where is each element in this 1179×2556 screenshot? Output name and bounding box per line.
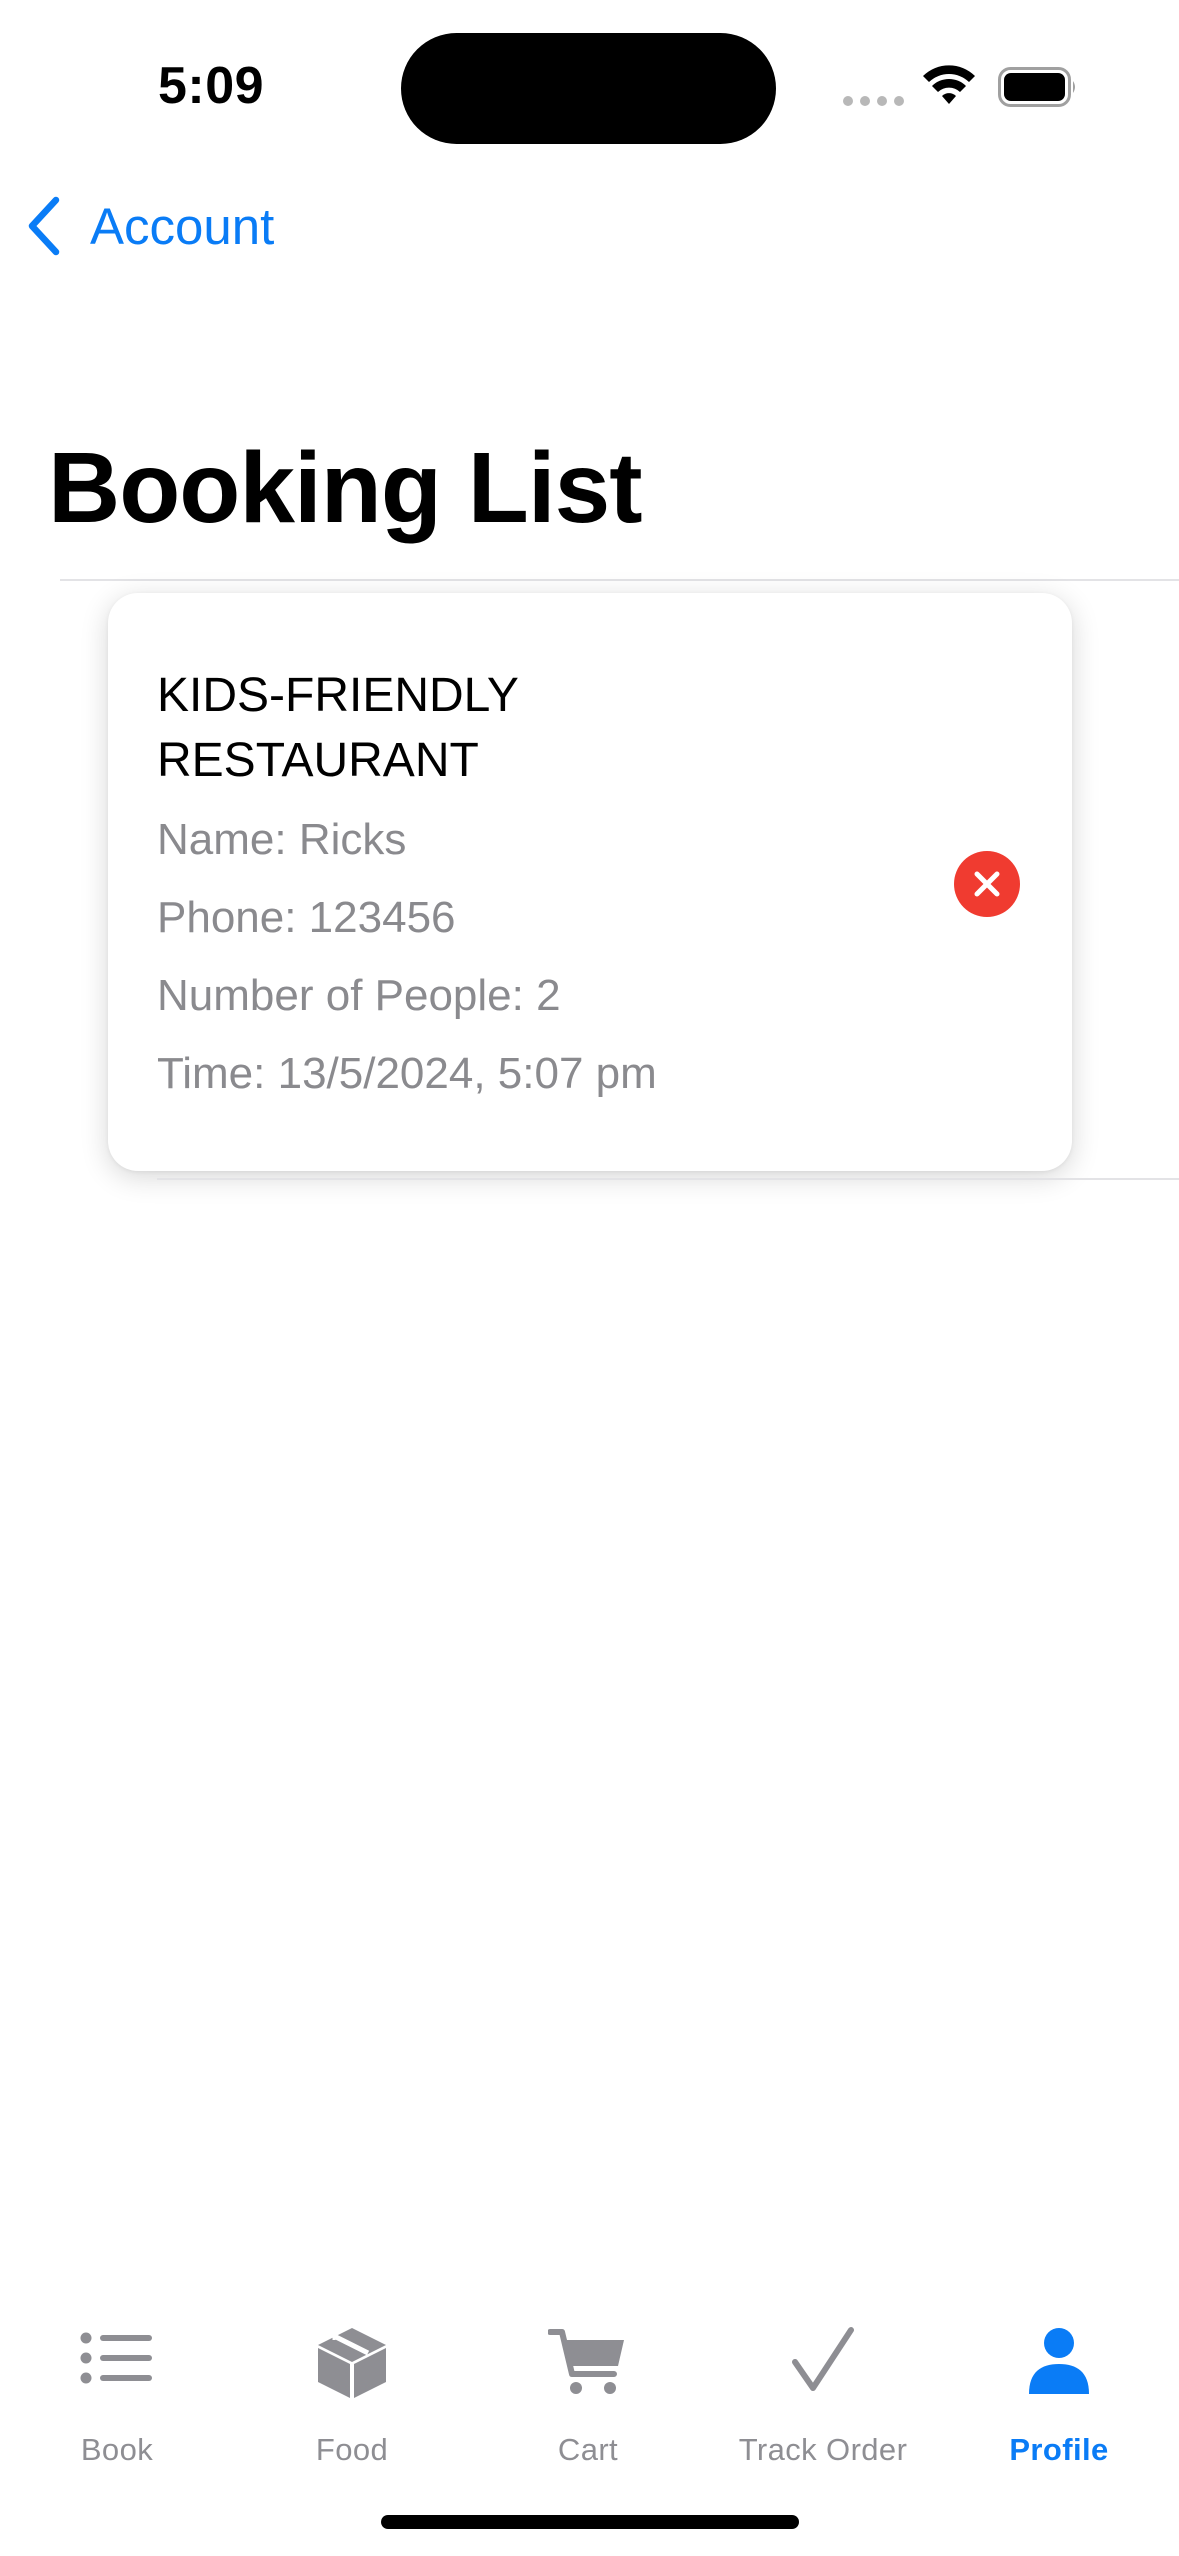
dynamic-island bbox=[401, 33, 776, 144]
battery-icon bbox=[998, 67, 1075, 107]
booking-name: Name: Ricks bbox=[157, 815, 407, 864]
list-icon bbox=[80, 2332, 152, 2384]
tab-label: Track Order bbox=[738, 2432, 908, 2467]
back-button[interactable]: Account bbox=[24, 190, 274, 262]
checkmark-icon bbox=[792, 2327, 854, 2391]
status-time: 5:09 bbox=[158, 57, 265, 115]
tab-bar: Book Food Cart Track Order Profile bbox=[0, 2300, 1179, 2490]
booking-card: KIDS-FRIENDLY RESTAURANT Name: Ricks Pho… bbox=[108, 593, 1072, 1171]
tab-label: Food bbox=[315, 2432, 389, 2467]
page-title: Booking List bbox=[48, 432, 643, 544]
tab-food[interactable]: Food bbox=[242, 2322, 462, 2467]
restaurant-name: KIDS-FRIENDLY RESTAURANT bbox=[157, 669, 518, 787]
list-divider bbox=[60, 579, 1179, 581]
tab-track-order[interactable]: Track Order bbox=[713, 2322, 933, 2467]
tab-label: Cart bbox=[557, 2432, 619, 2467]
booking-people: Number of People: 2 bbox=[157, 971, 561, 1020]
tab-book[interactable]: Book bbox=[7, 2322, 227, 2467]
cart-icon bbox=[548, 2329, 624, 2394]
booking-phone: Phone: 123456 bbox=[157, 893, 456, 942]
box-icon bbox=[318, 2328, 386, 2398]
person-icon bbox=[1029, 2328, 1089, 2394]
xmark-icon bbox=[974, 871, 1000, 897]
back-label: Account bbox=[90, 197, 275, 255]
list-divider bbox=[157, 1178, 1179, 1180]
tab-cart[interactable]: Cart bbox=[478, 2322, 698, 2467]
tab-profile[interactable]: Profile bbox=[949, 2322, 1169, 2467]
home-indicator[interactable] bbox=[381, 2515, 799, 2529]
tab-label: Profile bbox=[1009, 2432, 1109, 2467]
tab-label: Book bbox=[80, 2432, 154, 2467]
delete-booking-button[interactable] bbox=[954, 851, 1020, 917]
cellular-signal-icon bbox=[843, 96, 904, 106]
booking-time: Time: 13/5/2024, 5:07 pm bbox=[157, 1049, 657, 1098]
wifi-icon bbox=[923, 65, 975, 104]
chevron-left-icon bbox=[28, 196, 60, 256]
